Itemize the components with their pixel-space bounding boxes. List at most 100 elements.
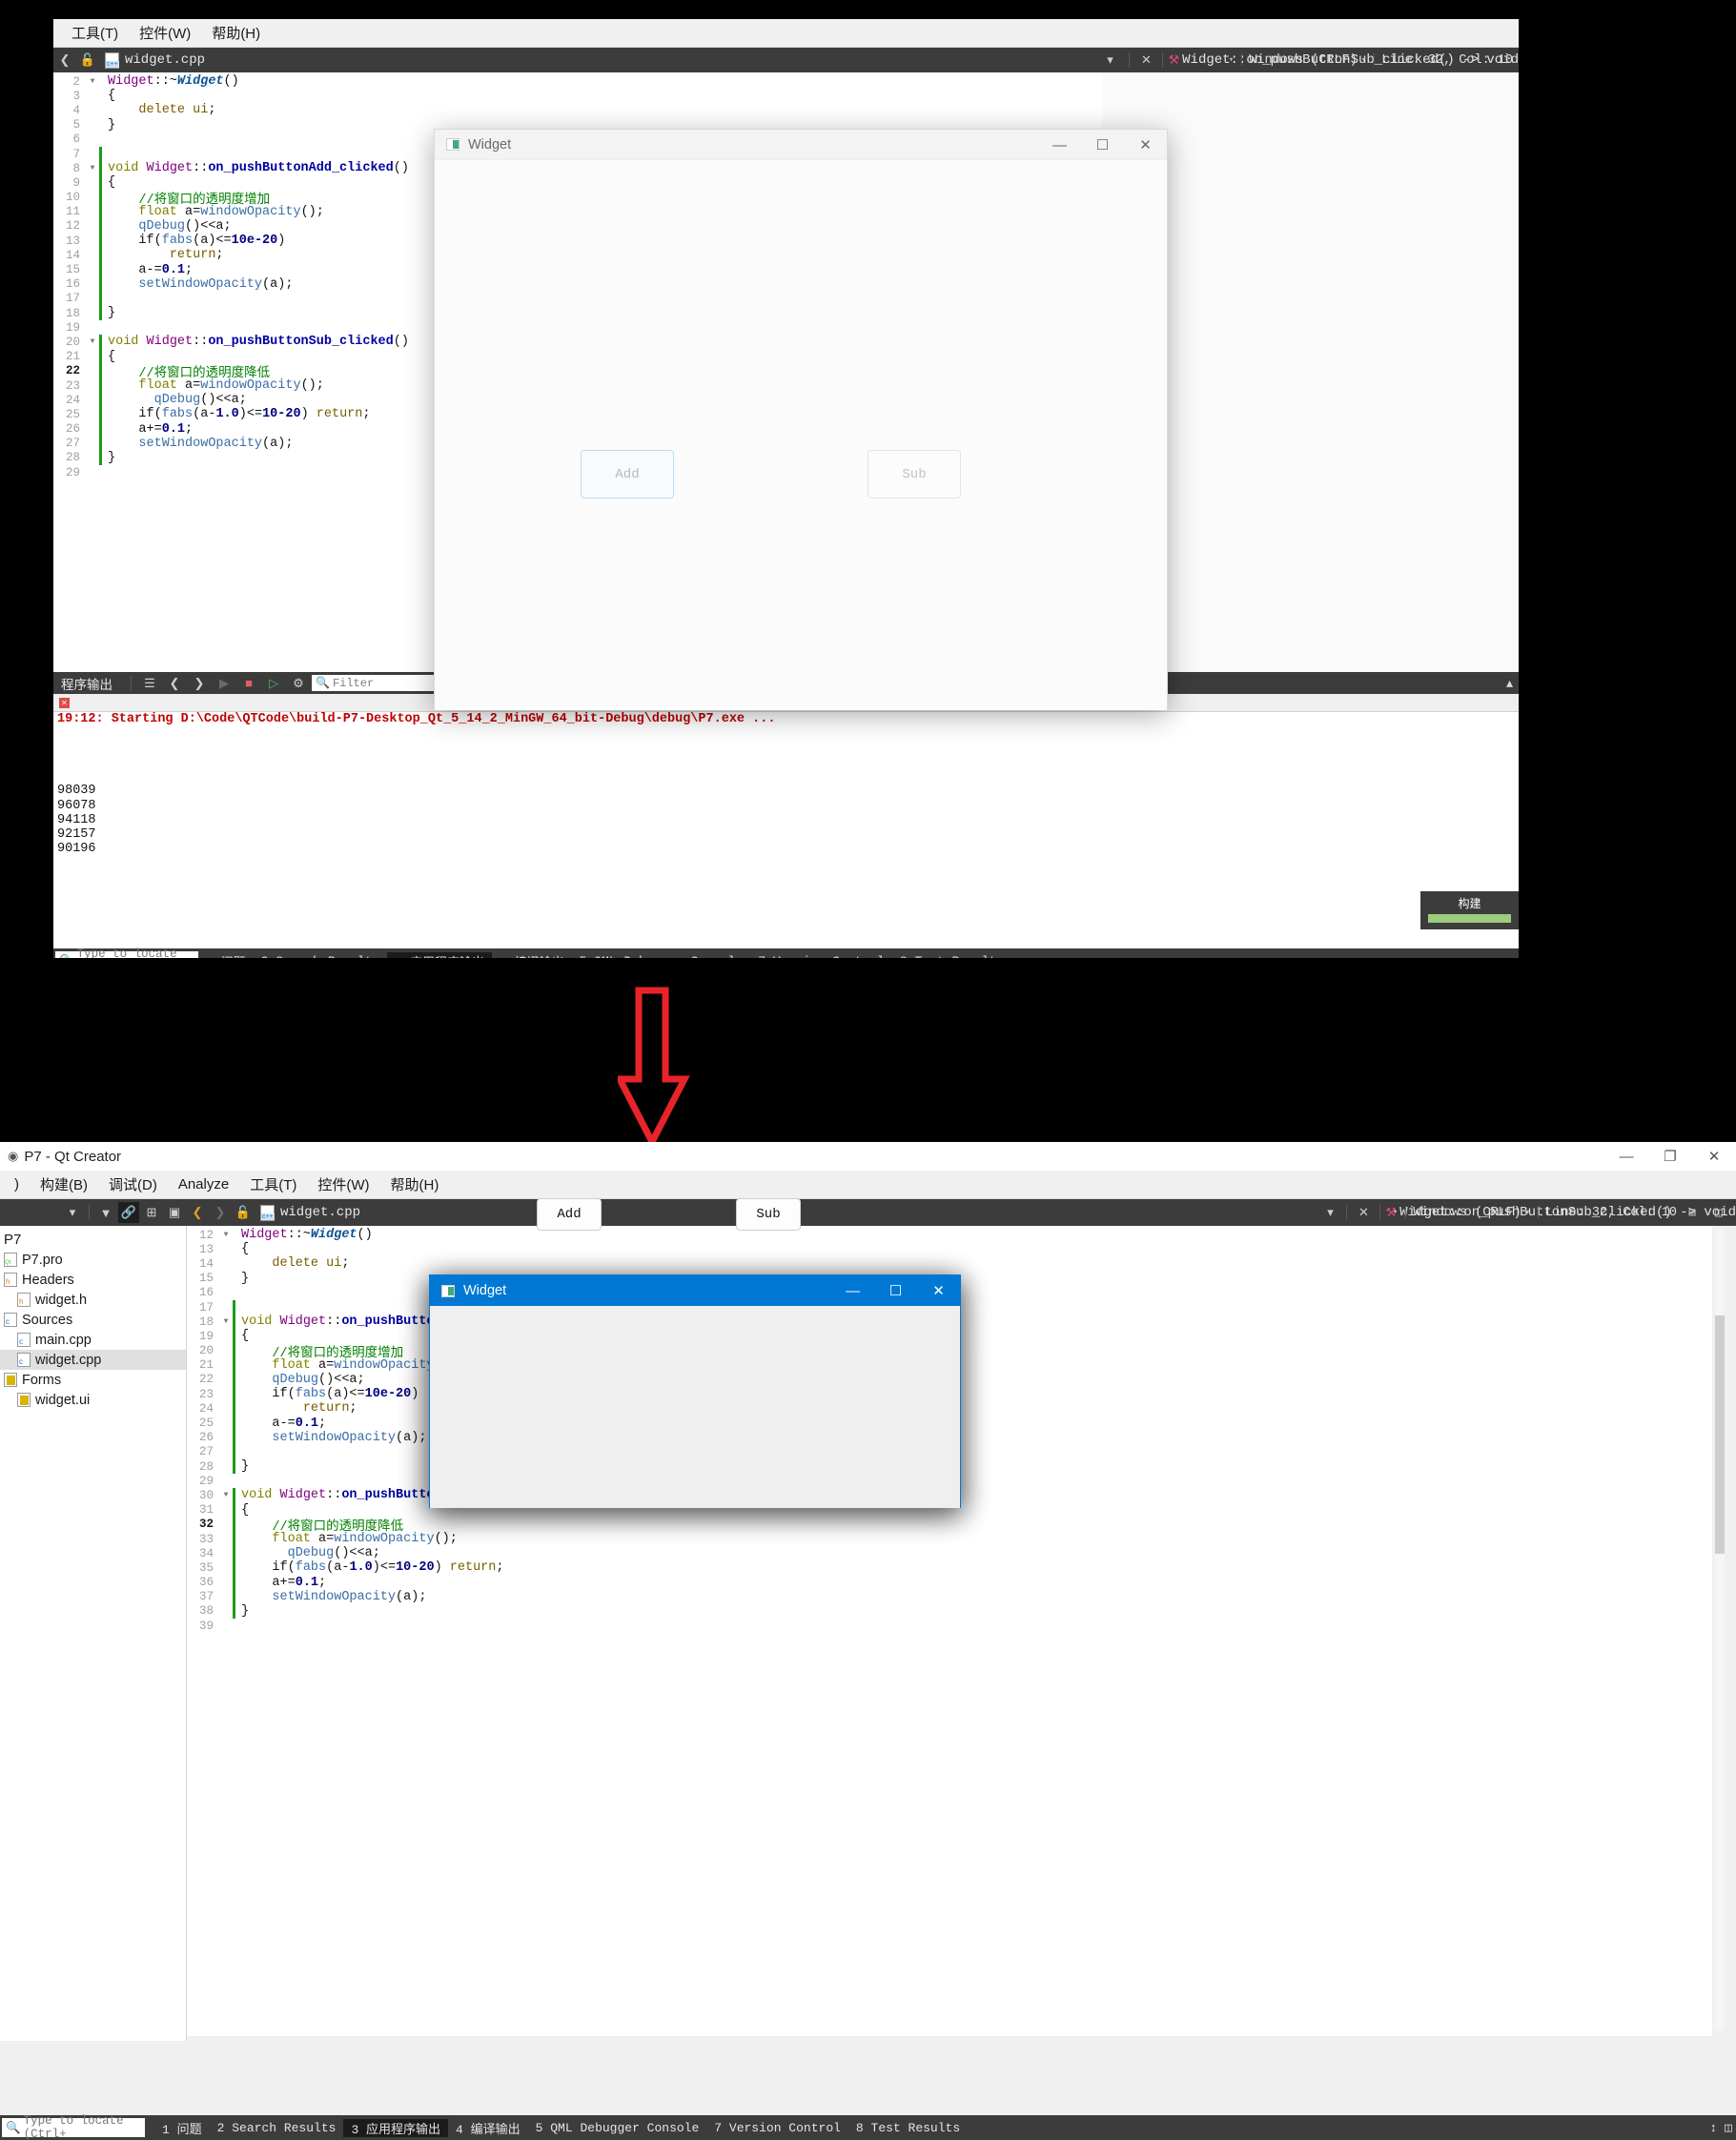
code-line[interactable]: 2 ▼ Widget::~Widget() xyxy=(53,74,1102,89)
forward-icon[interactable]: ❯ xyxy=(210,1202,231,1223)
output-body-top[interactable]: 19:12: Starting D:\Code\QTCode\build-P7-… xyxy=(53,712,1519,958)
status-tab-3-------[interactable]: 3 应用程序输出 xyxy=(343,2118,449,2137)
lock-icon[interactable]: 🔓 xyxy=(77,50,98,71)
status-tab-7-version-control[interactable]: 7 Version Control xyxy=(706,2121,848,2135)
sub-button-top[interactable]: Sub xyxy=(868,450,961,499)
menu-overflow[interactable]: ) xyxy=(4,1173,30,1195)
chevron-down-icon[interactable]: ▾ xyxy=(1361,55,1366,65)
project-tree-item-forms[interactable]: Forms xyxy=(0,1370,186,1390)
project-tree-item-p7-pro[interactable]: P7.pro xyxy=(0,1250,186,1270)
code-line[interactable]: 34 qDebug()<<a; xyxy=(187,1546,1712,1561)
close-icon[interactable]: ✕ xyxy=(1124,130,1167,160)
locator-input-top[interactable]: 🔍 Type to locate (Ctrl+ xyxy=(55,948,198,958)
status-tab-5-qml-debugger-console[interactable]: 5 QML Debugger Console xyxy=(572,954,751,959)
status-bar-top[interactable]: 🔍 Type to locate (Ctrl+ 1 问题2 Search Res… xyxy=(53,948,1519,958)
code-line[interactable]: 12 ▼ Widget::~Widget() xyxy=(187,1228,1712,1242)
menu-help[interactable]: 帮助(H) xyxy=(201,20,271,46)
panel-toggle-icon[interactable]: ◫ xyxy=(1725,2121,1732,2135)
menu-tools[interactable]: 工具(T) xyxy=(239,1172,307,1197)
project-tree-item-headers[interactable]: Headers xyxy=(0,1270,186,1290)
back-icon[interactable]: ❮ xyxy=(187,1202,208,1223)
project-tree-item-widget-ui[interactable]: widget.ui xyxy=(0,1390,186,1410)
status-tab-4-----[interactable]: 4 编译输出 xyxy=(492,952,572,959)
add-button-top[interactable]: Add xyxy=(581,450,674,499)
lock-icon[interactable]: 🔓 xyxy=(233,1202,254,1223)
fold-toggle-icon[interactable]: ▼ xyxy=(86,337,99,346)
code-line[interactable]: 37 setWindowOpacity(a); xyxy=(187,1589,1712,1604)
clear-icon[interactable]: ☰ xyxy=(139,673,160,694)
code-line[interactable]: 32 //将窗口的透明度降低 xyxy=(187,1517,1712,1535)
code-line[interactable]: 3{ xyxy=(53,89,1102,103)
widget-titlebar-top[interactable]: Widget — ☐ ✕ xyxy=(435,130,1167,160)
expand-tree-icon[interactable]: ⊞ xyxy=(141,1202,162,1223)
minimize-icon[interactable]: — xyxy=(1604,1142,1648,1171)
fold-toggle-icon[interactable]: ▼ xyxy=(219,1491,233,1499)
prev-icon[interactable]: ❮ xyxy=(164,673,185,694)
output-pane-right-top[interactable]: ▴ xyxy=(1506,675,1513,691)
restore-icon[interactable]: ❐ xyxy=(1648,1142,1692,1171)
status-tab-2-search-results[interactable]: 2 Search Results xyxy=(254,954,388,959)
code-line[interactable]: 33 float a=windowOpacity(); xyxy=(187,1531,1712,1547)
menu-widgets[interactable]: 控件(W) xyxy=(129,20,201,46)
fold-toggle-icon[interactable]: ▼ xyxy=(86,77,99,86)
widget-app-dialog[interactable]: Widget — ☐ ✕ xyxy=(429,1274,961,1508)
menu-bar-bottom[interactable]: ) 构建(B) 调试(D) Analyze 工具(T) 控件(W) 帮助(H) xyxy=(0,1171,1736,1199)
chevron-down-icon[interactable]: ▾ xyxy=(1099,50,1120,71)
project-tree-item-sources[interactable]: Sources xyxy=(0,1310,186,1330)
status-tab-1---[interactable]: 1 问题 xyxy=(154,2119,210,2137)
status-tab-5-qml-debugger-console[interactable]: 5 QML Debugger Console xyxy=(528,2121,707,2135)
line-ending-label[interactable]: Windows (CRLF) xyxy=(1249,53,1357,68)
editor-toolbar-bottom[interactable]: ▾ ▼ 🔗 ⊞ ▣ ❮ ❯ 🔓 widget.cpp ▾ ✕ ⚒ Widget:… xyxy=(0,1199,1736,1226)
project-tree[interactable]: P7 P7.pro Headers widget.h Sources main.cpp w… xyxy=(0,1226,186,2041)
menu-analyze[interactable]: Analyze xyxy=(168,1173,239,1195)
code-line[interactable]: 4 delete ui; xyxy=(53,103,1102,117)
menu-bar-top[interactable]: 工具(T) 控件(W) 帮助(H) xyxy=(53,19,1519,48)
code-line[interactable]: 36 a+=0.1; xyxy=(187,1575,1712,1590)
editor-scrollbar[interactable] xyxy=(1715,1230,1725,2030)
close-icon[interactable]: ✕ xyxy=(1692,1142,1736,1171)
status-tab-2-search-results[interactable]: 2 Search Results xyxy=(210,2121,344,2135)
project-root[interactable]: P7 xyxy=(0,1230,186,1250)
next-icon[interactable]: ❯ xyxy=(189,673,210,694)
window-titlebar-bottom[interactable]: ◉ P7 - Qt Creator — ❐ ✕ xyxy=(0,1142,1736,1171)
menu-build[interactable]: 构建(B) xyxy=(30,1172,98,1197)
chevron-down-icon[interactable]: ▾ xyxy=(1525,1208,1530,1217)
status-tab-4-----[interactable]: 4 编译输出 xyxy=(448,2119,528,2137)
code-line[interactable]: 14 delete ui; xyxy=(187,1256,1712,1271)
link-icon[interactable]: 🔗 xyxy=(118,1202,139,1223)
locator-input-bottom[interactable]: 🔍 Type to locate (Ctrl+ xyxy=(2,2114,145,2140)
split-editor-icon[interactable]: ⊞ xyxy=(1682,1202,1703,1223)
chevron-down-icon[interactable]: ▾ xyxy=(1319,1202,1340,1223)
open-file-tab-bottom[interactable]: widget.cpp xyxy=(255,1204,360,1221)
chevron-down-icon[interactable]: ▾ xyxy=(62,1202,83,1223)
chevron-down-icon[interactable]: ▾ xyxy=(1229,55,1234,65)
menu-help[interactable]: 帮助(H) xyxy=(380,1172,450,1197)
editor-toolbar-top[interactable]: ❮ 🔓 widget.cpp ▾ ✕ ⚒ Widget::on_pushButt… xyxy=(53,48,1519,72)
close-run-tab-icon[interactable]: ✕ xyxy=(59,697,70,708)
editor-scrollbar-thumb[interactable] xyxy=(1715,1315,1725,1554)
open-file-tab-top[interactable]: widget.cpp xyxy=(99,51,205,69)
gear-icon[interactable]: ⚙ xyxy=(288,673,309,694)
status-tab-7-version-control[interactable]: 7 Version Control xyxy=(750,954,892,959)
status-tab-8-test-results[interactable]: 8 Test Results xyxy=(848,2121,968,2135)
maximize-icon[interactable]: ☐ xyxy=(1081,130,1124,160)
split-editor-side-icon[interactable]: ◫ xyxy=(1708,1202,1729,1223)
rerun-icon[interactable]: ▷ xyxy=(263,673,284,694)
window-controls-bottom[interactable]: — ❐ ✕ xyxy=(1604,1142,1736,1171)
close-file-icon[interactable]: ✕ xyxy=(1353,1202,1374,1223)
updown-icon[interactable]: ↕ xyxy=(1709,2121,1717,2135)
code-line[interactable]: 39 xyxy=(187,1619,1712,1633)
menu-tools[interactable]: 工具(T) xyxy=(61,20,129,46)
split-icon[interactable]: ▣ xyxy=(164,1202,185,1223)
widget-button-add[interactable]: Add xyxy=(537,1198,602,1231)
project-tree-item-widget-h[interactable]: widget.h xyxy=(0,1290,186,1310)
status-tab-3-------[interactable]: 3 应用程序输出 xyxy=(387,951,493,958)
code-line[interactable]: 38} xyxy=(187,1603,1712,1620)
code-line[interactable]: 35 if(fabs(a-1.0)<=10-20) return; xyxy=(187,1560,1712,1576)
line-ending-label[interactable]: Windows (CRLF) xyxy=(1413,1206,1521,1220)
filter-icon[interactable]: ▼ xyxy=(95,1202,116,1223)
maximize-icon[interactable]: ☐ xyxy=(874,1275,917,1306)
widget-window-controls-bottom[interactable]: — ☐ ✕ xyxy=(831,1275,960,1306)
widget-button-sub[interactable]: Sub xyxy=(736,1198,801,1231)
status-bar-right[interactable]: ↕ ◫ xyxy=(1709,2121,1732,2135)
